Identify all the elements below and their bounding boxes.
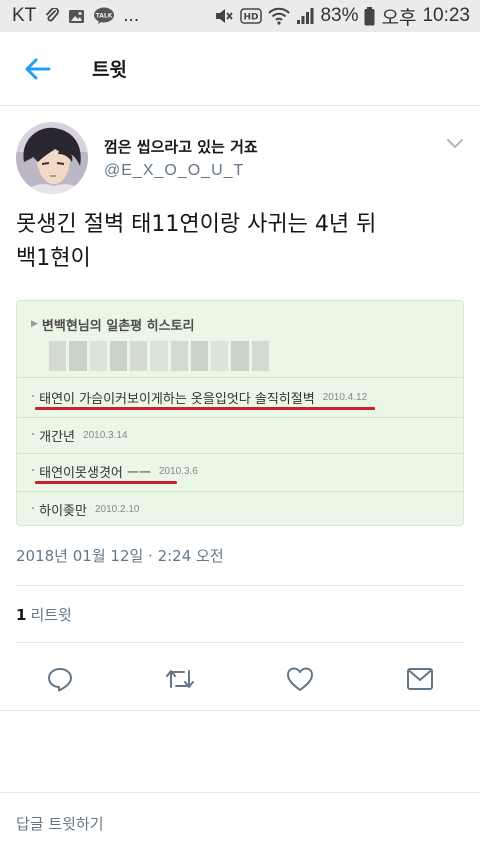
media-title: 변백현님의 일촌평 히스토리 [41, 318, 195, 334]
media-item-date: 2010.3.6 [158, 465, 198, 477]
media-divider [17, 417, 463, 418]
media-item: · 개간년 2010.3.14 [31, 427, 128, 445]
retweet-stats[interactable]: 1 리트윗 [16, 604, 72, 625]
reply-input[interactable]: 답글 트윗하기 [16, 813, 104, 834]
status-left: KT TALK ... [12, 5, 139, 27]
chevron-down-icon [447, 139, 463, 149]
reply-button[interactable] [0, 654, 120, 704]
kakaotalk-icon: TALK [93, 7, 115, 25]
divider [0, 710, 480, 711]
battery-icon [364, 6, 375, 26]
red-underline [35, 407, 375, 410]
tweet-header: 껌은 씹으라고 있는 거죠 @E_X_O_O_U_T [16, 122, 472, 196]
more-notifications: ... [123, 5, 140, 26]
status-bar: KT TALK ... HD 83% 오후 10:23 [0, 0, 480, 32]
display-name: 껌은 씹으라고 있는 거죠 [104, 138, 258, 156]
red-underline [35, 481, 177, 484]
avatar[interactable] [16, 122, 88, 194]
tweet-timestamp: 2018년 01월 12일 · 2:24 오전 [16, 547, 224, 565]
media-divider [17, 377, 463, 378]
tweet-text: 못생긴 절벽 태11연이랑 사귀는 4년 뒤 백1현이 [16, 212, 377, 271]
carrier-label: KT [12, 5, 37, 26]
clock: 10:23 [422, 5, 470, 26]
blurred-region [49, 341, 269, 371]
app-bar: 트윗 [0, 32, 480, 106]
mute-icon [214, 7, 234, 25]
media-divider [17, 453, 463, 454]
ampm-label: 오후 [381, 7, 417, 29]
author-names[interactable]: 껌은 씹으라고 있는 거죠 @E_X_O_O_U_T [104, 122, 258, 196]
media-item-text: 하이좆만 [39, 503, 87, 519]
media-item-text: 태연이 가슴이커보이게하는 옷을입엇다 솔직히절벽 [39, 391, 315, 407]
retweet-label: 리트윗 [30, 606, 72, 624]
media-title-row: ▶ 변백현님의 일촌평 히스토리 [17, 311, 463, 337]
arrow-left-icon [25, 58, 51, 79]
media-item-date: 2010.2.10 [94, 503, 140, 515]
battery-percent: 83% [320, 5, 359, 26]
triangle-icon: ▶ [31, 319, 38, 329]
svg-text:HD: HD [244, 13, 259, 23]
wifi-icon [268, 7, 291, 25]
reply-bar: 답글 트윗하기 [0, 792, 480, 853]
action-bar [0, 654, 480, 704]
retweet-button[interactable] [120, 654, 240, 704]
share-button[interactable] [360, 654, 480, 704]
share-icon [407, 668, 433, 690]
retweet-count: 1 [16, 606, 27, 624]
attachment-icon [44, 8, 60, 24]
divider [16, 642, 464, 643]
reply-icon [48, 668, 72, 692]
status-right: HD 83% 오후 10:23 [214, 3, 470, 30]
page-title: 트윗 [92, 59, 127, 81]
retweet-icon [166, 670, 194, 688]
media-divider [17, 491, 463, 492]
media-item-date: 2010.4.12 [322, 391, 368, 403]
hd-voice-icon: HD [240, 8, 263, 24]
back-button[interactable] [0, 32, 74, 106]
media-item-date: 2010.3.14 [83, 429, 128, 441]
media-item-text: 태연이못생겻어 ㅡㅡ [39, 465, 151, 481]
svg-text:TALK: TALK [96, 13, 113, 20]
like-icon [287, 667, 313, 691]
gallery-icon [68, 9, 85, 24]
signal-icon [296, 7, 314, 25]
tweet-menu-button[interactable] [440, 128, 470, 158]
user-handle: @E_X_O_O_U_T [104, 162, 245, 179]
like-button[interactable] [240, 654, 360, 704]
tweet-image[interactable]: ▶ 변백현님의 일촌평 히스토리 · 태연이 가슴이커보이게하는 옷을입엇다 솔직… [16, 300, 464, 526]
media-item-text: 개간년 [39, 429, 76, 445]
divider [16, 585, 464, 586]
media-item: · 하이좆만 2010.2.10 [31, 501, 140, 519]
